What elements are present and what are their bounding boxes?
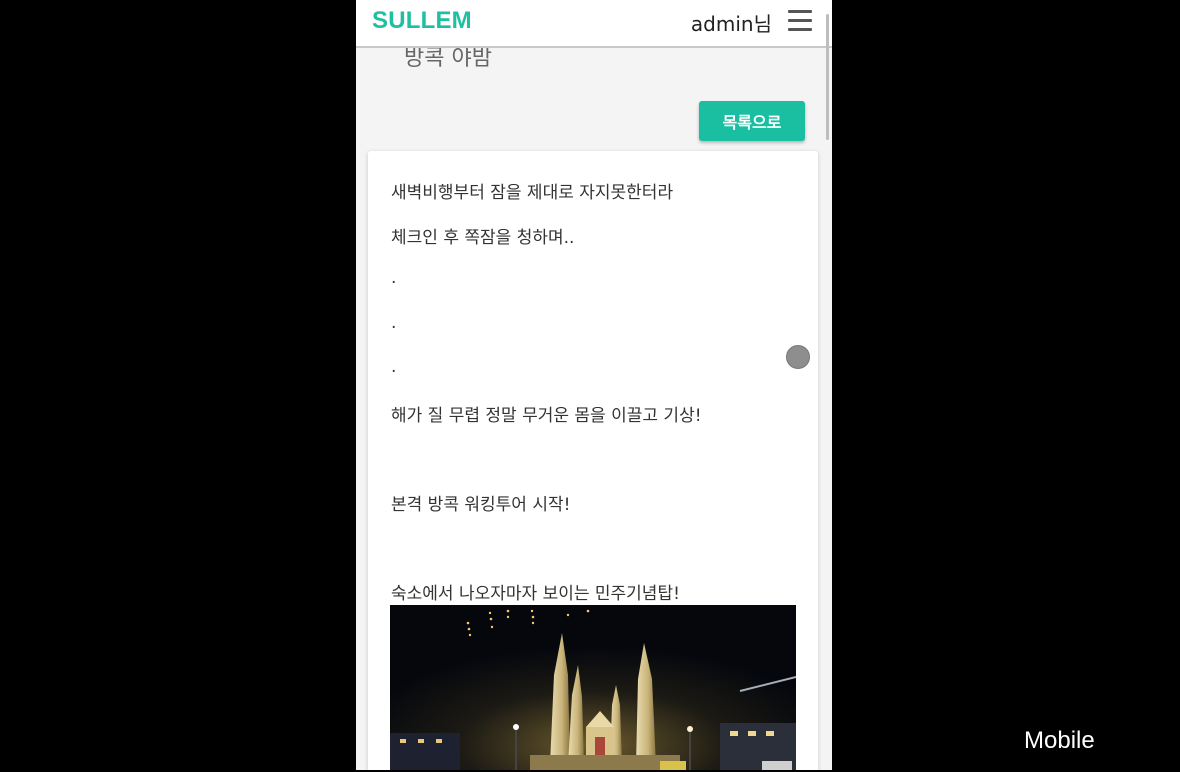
back-to-list-button[interactable]: 목록으로 [699,101,805,141]
content-paragraph: . [391,268,397,288]
content-paragraph: 새벽비행부터 잠을 제대로 자지못한터라 [391,183,674,203]
top-navigation-bar: SULLEM admin님 [356,0,832,48]
scroll-indicator-dot[interactable] [786,345,810,369]
content-paragraph: 숙소에서 나오자마자 보이는 민주기념탑! [391,584,680,604]
content-paragraph: 본격 방콕 워킹투어 시작! [391,495,571,515]
content-paragraph: . [391,313,397,333]
mobile-viewport: SULLEM admin님 방콕 야밤 목록으로 새벽비행부터 잠을 제대로 자… [356,0,832,770]
brand-logo[interactable]: SULLEM [372,7,472,35]
democracy-monument-photo [390,605,796,770]
user-greeting[interactable]: admin님 [691,8,772,37]
device-mode-label: Mobile [1024,727,1095,754]
content-paragraph: 해가 질 무렵 정말 무거운 몸을 이끌고 기상! [391,406,702,426]
content-paragraph: . [391,357,397,377]
content-paragraph: 체크인 후 쪽잠을 청하며.. [391,228,575,248]
monument-night-image [390,605,796,770]
hamburger-menu-icon[interactable] [788,10,812,32]
page-scrollbar[interactable] [826,14,829,140]
